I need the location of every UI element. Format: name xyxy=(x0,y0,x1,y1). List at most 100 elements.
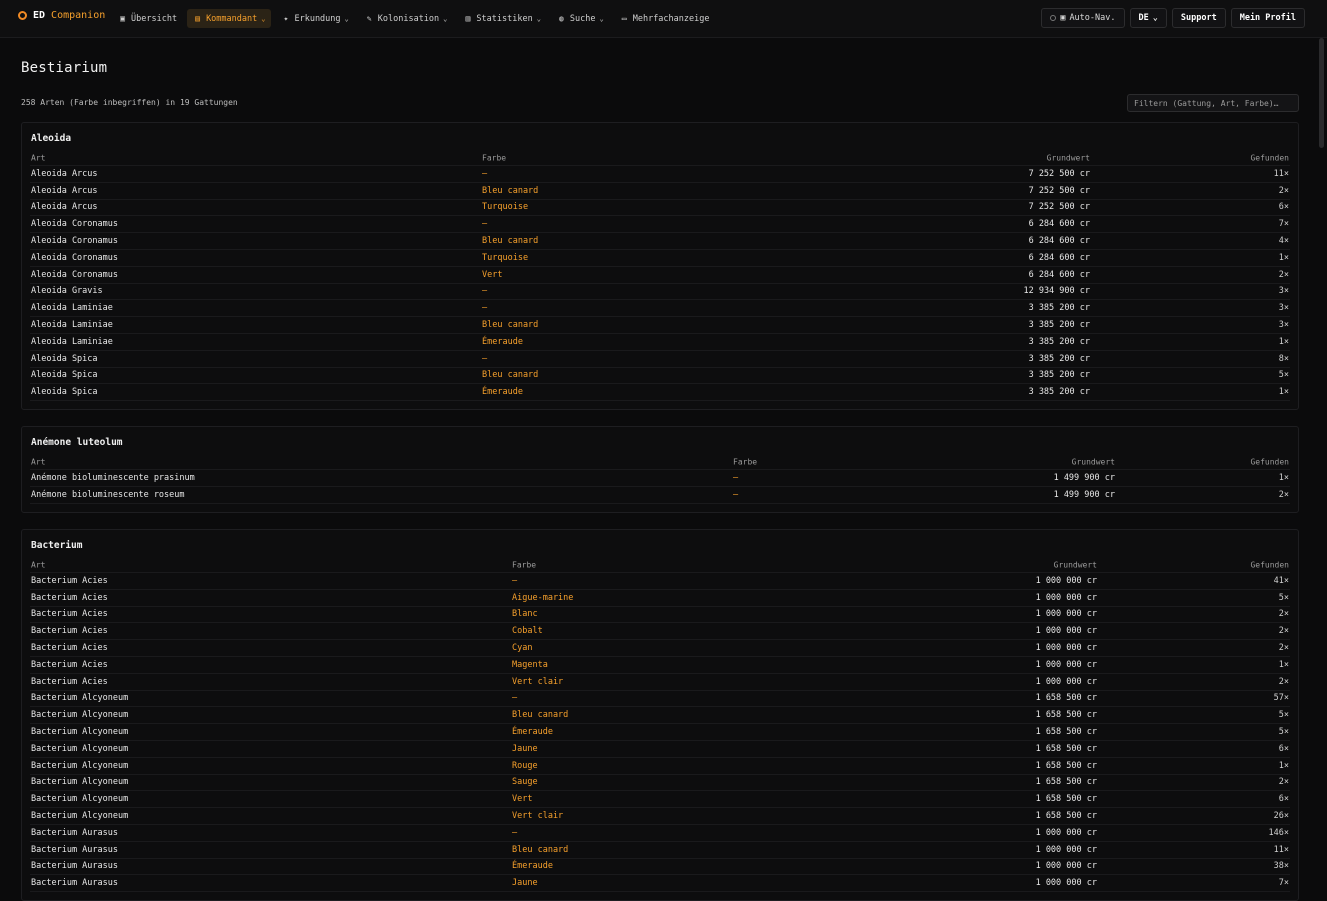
species-name: Aleoida Arcus xyxy=(31,185,98,196)
support-button[interactable]: Support xyxy=(1171,8,1226,28)
base-value: 1 000 000 cr xyxy=(1035,878,1097,889)
column-header-gefunden: Gefunden xyxy=(1250,560,1289,570)
found-count: 2× xyxy=(1278,269,1289,280)
base-value: 1 000 000 cr xyxy=(1035,844,1097,855)
base-value: 3 385 200 cr xyxy=(1028,353,1090,364)
table-row[interactable]: Bacterium Alcyoneum Émeraude 1 658 500 cr 5… xyxy=(30,724,1290,741)
found-count: 2× xyxy=(1278,777,1289,788)
table-row[interactable]: Aleoida Laminiae Bleu canard 3 385 200 cr 3… xyxy=(30,317,1290,334)
species-name: Bacterium Acies xyxy=(31,575,108,586)
table-row[interactable]: Bacterium Acies Vert clair 1 000 000 cr 2× xyxy=(30,674,1290,691)
base-value: 3 385 200 cr xyxy=(1028,387,1090,398)
found-count: 2× xyxy=(1278,626,1289,637)
autonav-toggle[interactable]: ▣ Auto-Nav. xyxy=(1041,8,1125,28)
species-color: — xyxy=(512,827,518,838)
nav-item-0[interactable]: ▣ Übersicht xyxy=(112,9,183,28)
species-name: Bacterium Acies xyxy=(31,609,108,620)
filter-input[interactable] xyxy=(1127,94,1299,112)
table-row[interactable]: Bacterium Aurasus Bleu canard 1 000 000 cr… xyxy=(30,842,1290,859)
species-name: Bacterium Alcyoneum xyxy=(31,760,129,771)
species-name: Bacterium Alcyoneum xyxy=(31,777,129,788)
table-row[interactable]: Aleoida Arcus Turquoise 7 252 500 cr 6× xyxy=(30,200,1290,217)
table-row[interactable]: Bacterium Acies Magenta 1 000 000 cr 1× xyxy=(30,657,1290,674)
genus-title: Bacterium xyxy=(31,540,83,551)
nav-item-1[interactable]: ▤ Kommandant ⌄ xyxy=(187,9,272,28)
base-value: 3 385 200 cr xyxy=(1028,370,1090,381)
commander-icon: ▤ xyxy=(195,14,200,23)
table-row[interactable]: Aleoida Laminiae Émeraude 3 385 200 cr 1× xyxy=(30,334,1290,351)
table-row[interactable]: Bacterium Acies — 1 000 000 cr 41× xyxy=(30,573,1290,590)
found-count: 1× xyxy=(1278,659,1289,670)
nav-item-6[interactable]: ▭ Mehrfachanzeige xyxy=(614,9,716,28)
genus-card: Anémone luteolum Art Farbe Grundwert Gefunde… xyxy=(21,426,1299,513)
column-header-grundwert: Grundwert xyxy=(1071,457,1115,467)
nav-item-5[interactable]: ◍ Suche ⌄ xyxy=(551,9,610,28)
table-row[interactable]: Aleoida Spica — 3 385 200 cr 8× xyxy=(30,351,1290,368)
table-row[interactable]: Bacterium Aurasus Émeraude 1 000 000 cr 38× xyxy=(30,859,1290,876)
table-row[interactable]: Aleoida Laminiae — 3 385 200 cr 3× xyxy=(30,300,1290,318)
table-row[interactable]: Bacterium Alcyoneum Vert 1 658 500 cr 6× xyxy=(30,791,1290,809)
found-count: 2× xyxy=(1278,676,1289,687)
table-row[interactable]: Bacterium Acies Aigue-marine 1 000 000 cr 5… xyxy=(30,590,1290,607)
base-value: 7 252 500 cr xyxy=(1028,185,1090,196)
species-color: Rouge xyxy=(512,760,538,771)
species-name: Aleoida Laminiae xyxy=(31,320,113,331)
toggle-dot-icon xyxy=(1050,15,1057,21)
base-value: 1 658 500 cr xyxy=(1035,777,1097,788)
column-header-gefunden: Gefunden xyxy=(1250,153,1289,163)
species-color: Turquoise xyxy=(482,202,529,213)
table-row[interactable]: Bacterium Acies Cobalt 1 000 000 cr 2× xyxy=(30,623,1290,641)
table-row[interactable]: Bacterium Alcyoneum Bleu canard 1 658 500 … xyxy=(30,707,1290,725)
table-row[interactable]: Bacterium Acies Blanc 1 000 000 cr 2× xyxy=(30,607,1290,624)
table-row[interactable]: Aleoida Coronamus — 6 284 600 cr 7× xyxy=(30,216,1290,234)
found-count: 5× xyxy=(1278,592,1289,603)
table-row[interactable]: Bacterium Alcyoneum Rouge 1 658 500 cr 1× xyxy=(30,758,1290,775)
found-count: 2× xyxy=(1278,185,1289,196)
language-select[interactable]: DE ⌄ xyxy=(1129,8,1167,28)
found-count: 1× xyxy=(1278,472,1289,483)
table-row[interactable]: Bacterium Alcyoneum Sauge 1 658 500 cr 2× xyxy=(30,775,1290,792)
nav-item-4[interactable]: ▥ Statistiken ⌄ xyxy=(457,9,547,28)
species-color: Jaune xyxy=(512,878,538,889)
species-color: — xyxy=(482,353,488,364)
table-row[interactable]: Aleoida Spica Émeraude 3 385 200 cr 1× xyxy=(30,384,1290,402)
table-row[interactable]: Aleoida Coronamus Turquoise 6 284 600 cr 1× xyxy=(30,250,1290,267)
table-row[interactable]: Bacterium Alcyoneum — 1 658 500 cr 57× xyxy=(30,691,1290,708)
table-row[interactable]: Bacterium Acies Cyan 1 000 000 cr 2× xyxy=(30,640,1290,657)
found-count: 6× xyxy=(1278,743,1289,754)
species-color: Bleu canard xyxy=(482,236,539,247)
found-count: 1× xyxy=(1278,760,1289,771)
species-color: Aigue-marine xyxy=(512,592,574,603)
found-count: 1× xyxy=(1278,252,1289,263)
page-scrollbar[interactable] xyxy=(1319,38,1324,148)
nav-item-2[interactable]: ✦ Erkundung ⌄ xyxy=(275,9,354,28)
table-row[interactable]: Aleoida Coronamus Vert 6 284 600 cr 2× xyxy=(30,267,1290,284)
autonav-label: Auto-Nav. xyxy=(1069,13,1116,23)
chevron-down-icon: ⌄ xyxy=(344,14,349,23)
table-row[interactable]: Bacterium Aurasus Jaune 1 000 000 cr 7× xyxy=(30,875,1290,893)
table-row[interactable]: Aleoida Coronamus Bleu canard 6 284 600 cr… xyxy=(30,233,1290,250)
species-color: Bleu canard xyxy=(512,844,569,855)
species-name: Aleoida Spica xyxy=(31,353,98,364)
table-row[interactable]: Aleoida Arcus — 7 252 500 cr 11× xyxy=(30,166,1290,183)
table-row[interactable]: Bacterium Alcyoneum Jaune 1 658 500 cr 6× xyxy=(30,741,1290,758)
table-row[interactable]: Anémone bioluminescente roseum — 1 499 900… xyxy=(30,487,1290,504)
species-color: Cobalt xyxy=(512,626,543,637)
base-value: 6 284 600 cr xyxy=(1028,269,1090,280)
table-row[interactable]: Aleoida Arcus Bleu canard 7 252 500 cr 2× xyxy=(30,183,1290,200)
column-header-grundwert: Grundwert xyxy=(1053,560,1097,570)
species-name: Aleoida Coronamus xyxy=(31,252,118,263)
table-row[interactable]: Bacterium Alcyoneum Vert clair 1 658 500 c… xyxy=(30,808,1290,825)
table-row[interactable]: Anémone bioluminescente prasinum — 1 499 9… xyxy=(30,470,1290,487)
species-color: — xyxy=(482,219,488,230)
table-row[interactable]: Aleoida Gravis — 12 934 900 cr 3× xyxy=(30,284,1290,301)
brand-logo[interactable]: ED Companion xyxy=(18,10,105,21)
species-name: Aleoida Coronamus xyxy=(31,236,118,247)
table-row[interactable]: Bacterium Aurasus — 1 000 000 cr 146× xyxy=(30,825,1290,842)
table-row[interactable]: Aleoida Spica Bleu canard 3 385 200 cr 5× xyxy=(30,368,1290,385)
species-name: Bacterium Aurasus xyxy=(31,827,118,838)
nav-item-3[interactable]: ✎ Kolonisation ⌄ xyxy=(359,9,454,28)
profile-button[interactable]: Mein Profil xyxy=(1230,8,1305,28)
brand-accent: Companion xyxy=(51,10,106,21)
colony-icon: ✎ xyxy=(366,14,372,23)
